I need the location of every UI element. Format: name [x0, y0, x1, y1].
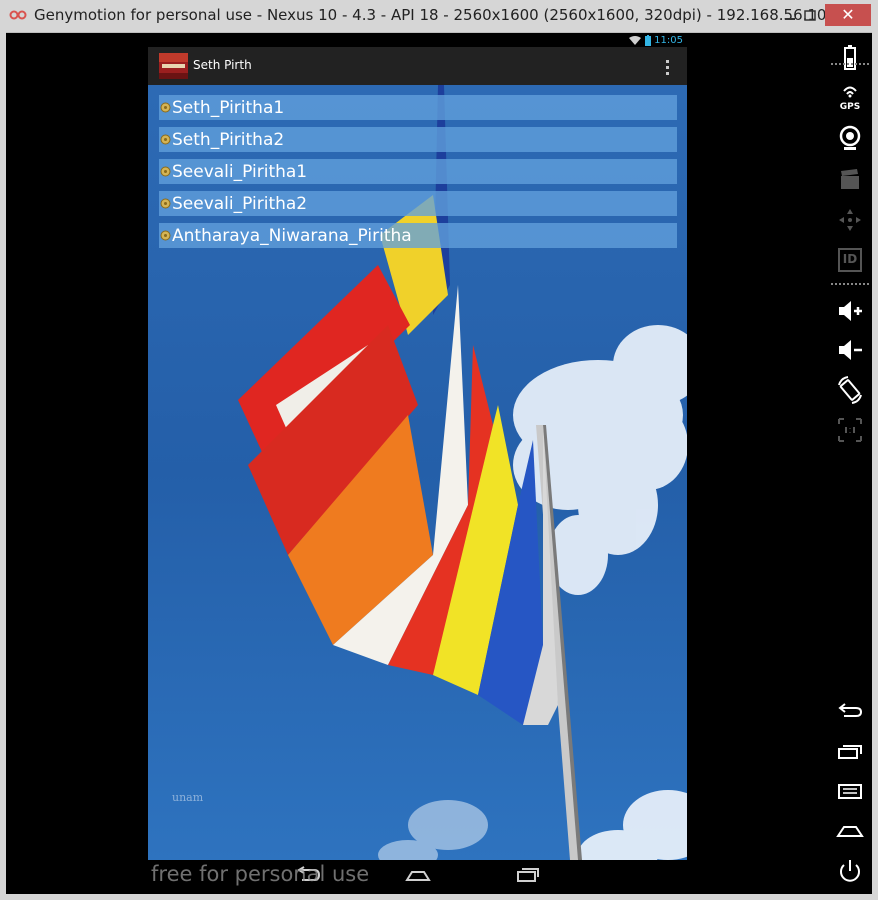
genymotion-logo-icon: [9, 10, 27, 20]
list-item[interactable]: Seevali_Piritha1: [159, 159, 677, 184]
back-icon[interactable]: [835, 696, 865, 726]
close-button[interactable]: ✕: [825, 4, 871, 26]
action-bar: Seth Pirth: [148, 47, 687, 85]
wifi-icon: [629, 35, 642, 45]
list-item-label: Antharaya_Niwarana_Piritha: [172, 225, 412, 246]
image-watermark: unam: [172, 791, 204, 804]
dharma-wheel-icon: [160, 166, 171, 177]
volume-down-icon[interactable]: [835, 335, 865, 365]
list-item[interactable]: Antharaya_Niwarana_Piritha: [159, 223, 677, 248]
genymotion-toolbar: GPS ID: [827, 33, 872, 894]
list-item-label: Seth_Piritha1: [172, 97, 285, 118]
status-time: 11:05: [654, 34, 683, 46]
home-icon[interactable]: [835, 816, 865, 846]
gps-icon[interactable]: GPS: [835, 83, 865, 113]
window-frame-right: [872, 32, 878, 900]
id-label: ID: [842, 252, 858, 266]
battery-charging-icon: [645, 34, 652, 46]
dharma-wheel-icon: [160, 198, 171, 209]
toolbar-separator: [831, 63, 869, 65]
list-item-label: Seevali_Piritha1: [172, 161, 308, 182]
scale-icon[interactable]: [835, 415, 865, 445]
toolbar-separator: [831, 283, 869, 285]
list-item-label: Seevali_Piritha2: [172, 193, 308, 214]
maximize-button[interactable]: [800, 6, 820, 26]
status-bar: 11:05: [148, 33, 687, 47]
id-icon[interactable]: ID: [835, 245, 865, 275]
window-title-bar: Genymotion for personal use - Nexus 10 -…: [0, 0, 878, 33]
list-item-label: Seth_Piritha2: [172, 129, 285, 150]
piritha-list: Seth_Piritha1 Seth_Piritha2 Seevali_Piri…: [159, 95, 677, 255]
gps-signal-icon: [843, 86, 857, 98]
dpad-icon[interactable]: [835, 205, 865, 235]
window-frame-left: [0, 32, 6, 900]
recent-apps-icon[interactable]: [515, 866, 541, 884]
battery-icon[interactable]: [835, 43, 865, 73]
status-icons: 11:05: [628, 33, 683, 47]
camera-icon[interactable]: [835, 123, 865, 153]
dharma-wheel-icon: [160, 102, 171, 113]
list-item[interactable]: Seth_Piritha1: [159, 95, 677, 120]
minimize-button[interactable]: [780, 6, 800, 26]
home-icon[interactable]: [405, 866, 431, 884]
window-title: Genymotion for personal use - Nexus 10 -…: [34, 6, 837, 24]
app-title: Seth Pirth: [193, 58, 252, 72]
dharma-wheel-icon: [160, 230, 171, 241]
rotate-icon[interactable]: [835, 375, 865, 405]
dharma-wheel-icon: [160, 134, 171, 145]
video-capture-icon[interactable]: [835, 165, 865, 195]
recent-apps-icon[interactable]: [835, 736, 865, 766]
volume-up-icon[interactable]: [835, 296, 865, 326]
menu-icon[interactable]: [835, 776, 865, 806]
app-icon[interactable]: [159, 53, 188, 79]
device-screen: 11:05 Seth Pirth Seth_Piritha1 Seth_Piri…: [148, 33, 687, 860]
personal-use-overlay-text: free for personal use: [151, 862, 370, 886]
list-item[interactable]: Seth_Piritha2: [159, 127, 677, 152]
gps-label: GPS: [839, 102, 861, 112]
content-area: Seth_Piritha1 Seth_Piritha2 Seevali_Piri…: [148, 85, 687, 860]
list-item[interactable]: Seevali_Piritha2: [159, 191, 677, 216]
power-icon[interactable]: [835, 856, 865, 886]
window-frame-bottom: [0, 894, 878, 900]
overflow-menu-icon[interactable]: [661, 57, 675, 77]
